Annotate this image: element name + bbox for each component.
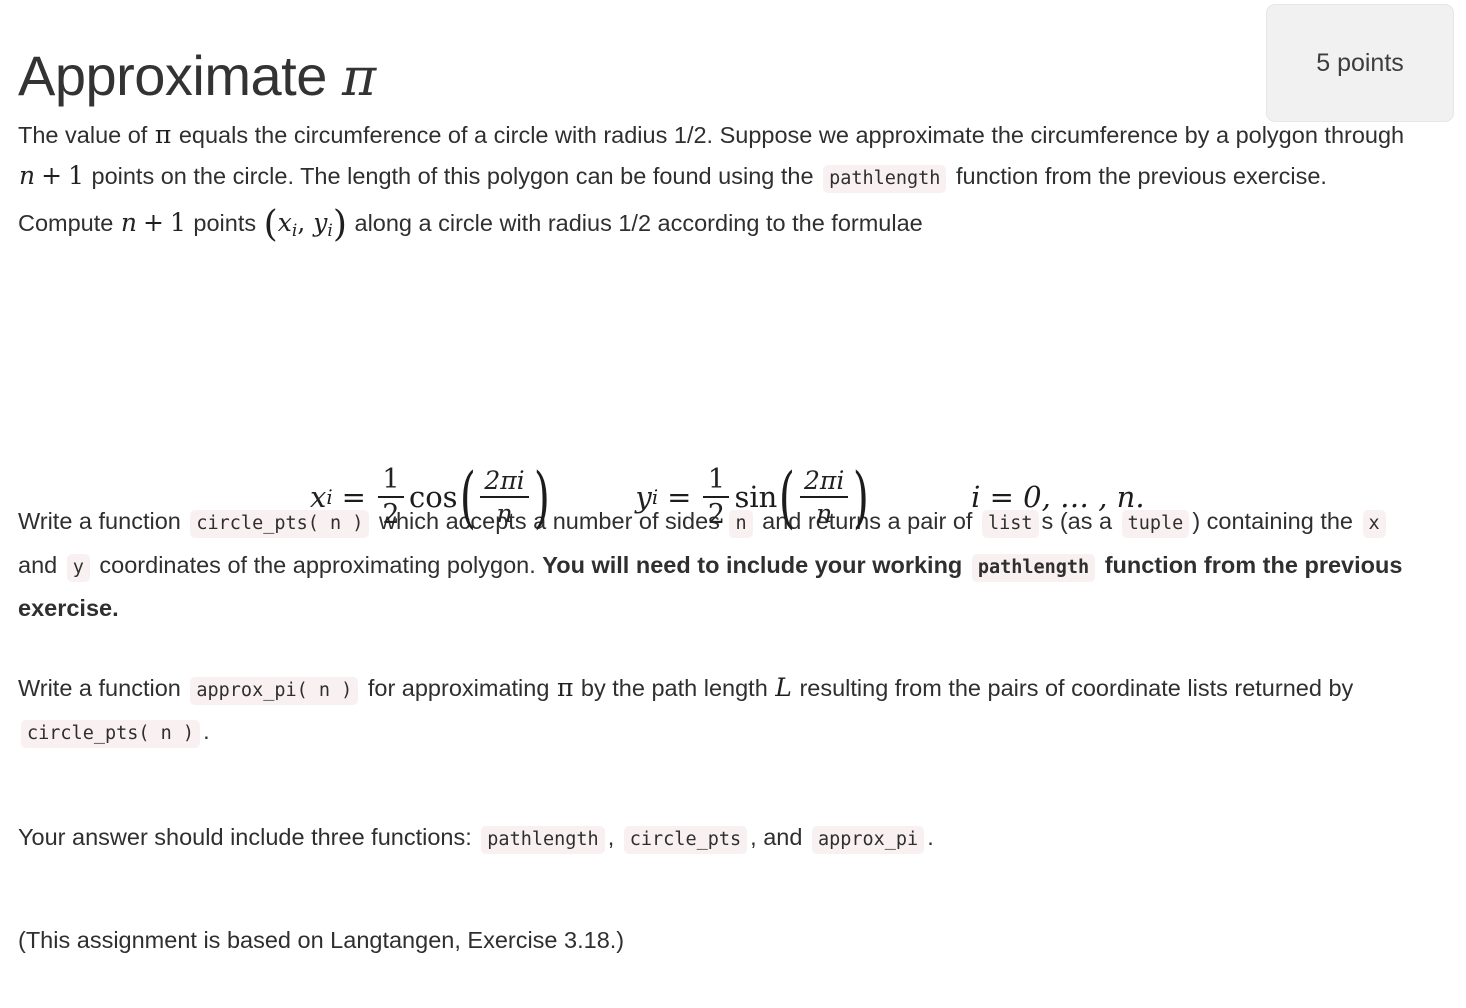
intro-math-point-pair: (xi, yi)	[263, 201, 347, 245]
equation-x-half-bar	[377, 496, 404, 498]
points-badge-label: 5 points	[1316, 48, 1404, 77]
equation-y-half: 12	[703, 464, 730, 530]
equation-y-arg-numerator: 2πi	[804, 466, 845, 496]
paragraph-intro: The value of π equals the circumference …	[18, 115, 1418, 251]
approx-pi-seg-1: Write a function	[18, 674, 181, 701]
three-functions-sep-1: ,	[607, 823, 615, 850]
equation-index-range: i = 0, … , n.	[971, 480, 1145, 514]
intro-seg-2: equals the circumference of a circle wit…	[178, 122, 1405, 148]
code-chip-circle-pts-list: circle_pts	[623, 825, 748, 854]
intro-seg-1: The value of	[18, 122, 148, 148]
equation-lhs-y: y	[635, 480, 652, 514]
display-equation: x i = 1 2 cos(2πi n) y i = 1 2 sin(2πi n) i = 0, … ,…	[18, 451, 1466, 543]
spacer-after-three-functions	[18, 860, 1418, 920]
approx-pi-seg-5: .	[203, 718, 210, 745]
equation-sin-operator: sin	[734, 480, 778, 514]
equation-x-argument: 2πi n	[480, 466, 529, 528]
equation-x-right-paren: )	[533, 459, 550, 537]
equation-x-equals: =	[341, 480, 366, 514]
code-chip-pathlength-bold: pathlength	[971, 553, 1096, 582]
intro-seg-3: points on the circle. The length of this…	[91, 162, 814, 189]
approx-pi-seg-2: for approximating	[367, 674, 550, 701]
code-chip-pathlength: pathlength	[823, 164, 947, 193]
equation-x-half-denominator: 2	[382, 498, 400, 530]
approx-pi-seg-3: by the path length	[580, 674, 768, 701]
code-chip-approx-pi-signature: approx_pi( n )	[190, 676, 359, 705]
points-badge: 5 points	[1266, 4, 1454, 122]
code-chip-approx-pi-list: approx_pi	[811, 825, 925, 854]
intro-seg-5: points	[193, 210, 257, 236]
assignment-page: Approximate π 5 points The value of π eq…	[0, 0, 1466, 1008]
equation-y-half-denominator: 2	[707, 498, 726, 530]
equation-lhs-x: x	[310, 480, 327, 514]
paragraph-three-functions: Your answer should include three functio…	[18, 817, 1418, 861]
equation-cos-operator: cos	[408, 480, 458, 514]
equation-x-half-numerator: 1	[382, 464, 400, 496]
equation-y-formula: y i = 1 2 sin(2πi n)	[635, 459, 871, 537]
intro-math-n-plus-1-b: n +1	[120, 208, 186, 237]
equation-x-arg-numerator: 2πi	[484, 466, 525, 496]
equation-y-arg-denominator: n	[816, 498, 833, 528]
circle-pts-seg-6: and	[18, 551, 58, 578]
spacer-after-circle-pts	[18, 629, 1418, 668]
page-title: Approximate π	[18, 44, 376, 109]
equation-y-left-paren: (	[779, 459, 796, 537]
equation-x-subscript: i	[326, 485, 333, 509]
equation-y-half-bar	[703, 496, 730, 498]
intro-math-pi: π	[154, 120, 172, 149]
equation-x-formula: x i = 1 2 cos(2πi n)	[310, 459, 551, 537]
code-chip-circle-pts-signature-2: circle_pts( n )	[21, 720, 201, 749]
equation-x-half: 12	[377, 464, 404, 530]
approx-pi-seg-4: resulting from the pairs of coordinate l…	[799, 674, 1354, 701]
approx-pi-math-L: L	[775, 672, 792, 702]
equation-x-left-paren: (	[459, 459, 476, 537]
equation-x-arg-denominator: n	[496, 498, 513, 528]
intro-math-n-plus-1: n +1	[19, 160, 84, 190]
page-title-pi-symbol: π	[341, 47, 376, 108]
circle-pts-bold-1: You will need to include your working	[542, 551, 963, 578]
equation-y-argument: 2πi n	[800, 466, 849, 528]
code-chip-pathlength-list: pathlength	[481, 825, 605, 854]
three-functions-sep-3: .	[927, 823, 934, 850]
code-chip-y: y	[66, 553, 90, 582]
equation-y-subscript: i	[651, 485, 659, 509]
assignment-body: The value of π equals the circumference …	[18, 115, 1418, 961]
equation-y-half-numerator: 1	[707, 464, 726, 496]
equation-y-right-paren: )	[853, 459, 870, 537]
equation-y-arg-bar	[800, 496, 849, 498]
paragraph-source-note: (This assignment is based on Langtangen,…	[18, 927, 625, 954]
approx-pi-math-pi: π	[556, 672, 574, 702]
page-title-text: Approximate	[18, 43, 327, 107]
equation-x-arg-bar	[480, 496, 529, 498]
paragraph-approx-pi: Write a function approx_pi( n ) for appr…	[18, 668, 1418, 755]
equation-y-equals: =	[667, 480, 692, 514]
three-functions-seg-1: Your answer should include three functio…	[18, 823, 472, 850]
circle-pts-seg-7: coordinates of the approximating polygon…	[99, 551, 536, 578]
spacer-after-approx-pi	[18, 755, 1418, 817]
three-functions-sep-2: , and	[750, 823, 803, 850]
intro-seg-6: along a circle with radius 1/2 according…	[354, 210, 923, 236]
